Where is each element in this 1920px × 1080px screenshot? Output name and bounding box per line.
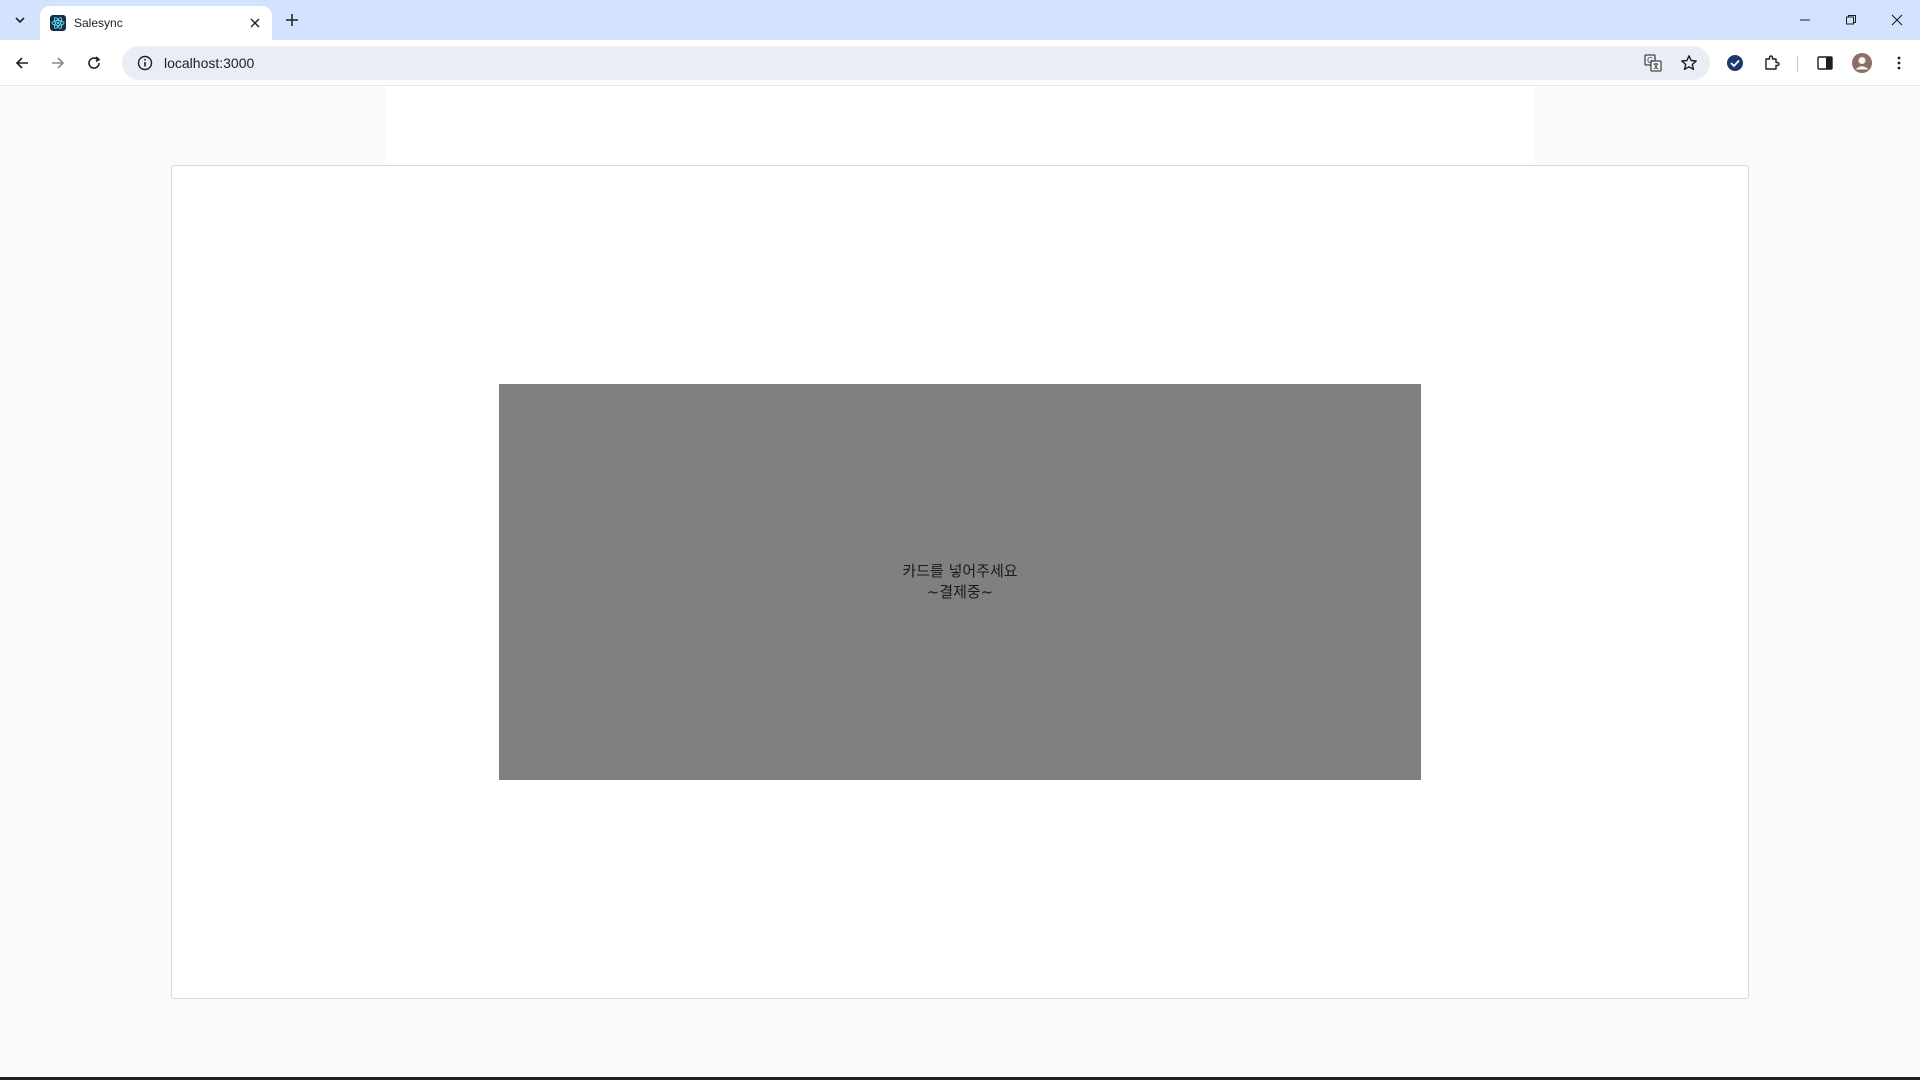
- reload-icon: [88, 56, 101, 69]
- plus-icon: [286, 14, 298, 26]
- address-bar[interactable]: localhost:3000 G: [122, 46, 1710, 80]
- kiosk-frame: 카드를 넣어주세요 ~결제중~: [171, 165, 1749, 999]
- restore-icon: [1846, 15, 1856, 25]
- restore-button[interactable]: [1828, 0, 1874, 40]
- new-tab-button[interactable]: [280, 8, 304, 32]
- tab-title: Salesync: [74, 16, 123, 30]
- tab-search-button[interactable]: [8, 8, 32, 32]
- translate-button[interactable]: G: [1638, 48, 1668, 78]
- page-header-area: [385, 87, 1535, 165]
- payment-overlay: 카드를 넣어주세요 ~결제중~: [499, 384, 1421, 780]
- extension-check-button[interactable]: [1720, 48, 1750, 78]
- close-icon: [1891, 14, 1903, 26]
- minimize-button[interactable]: [1782, 0, 1828, 40]
- window-close-button[interactable]: [1874, 0, 1920, 40]
- react-logo-icon: [50, 15, 66, 31]
- side-panel-icon: [1817, 56, 1833, 70]
- chevron-down-icon: [15, 17, 25, 24]
- bookmark-button[interactable]: [1674, 48, 1704, 78]
- more-vertical-icon: [1897, 56, 1901, 70]
- url-text[interactable]: localhost:3000: [164, 55, 1638, 71]
- reload-button[interactable]: [78, 47, 110, 79]
- arrow-right-icon: [52, 57, 65, 69]
- tab-strip: Salesync: [0, 0, 1920, 40]
- arrow-left-icon: [15, 57, 28, 69]
- processing-message: ~결제중~: [926, 583, 994, 601]
- browser-toolbar: localhost:3000 G: [0, 40, 1920, 86]
- profile-button[interactable]: [1847, 48, 1877, 78]
- page-content: 카드를 넣어주세요 ~결제중~: [0, 87, 1920, 1078]
- menu-button[interactable]: [1884, 48, 1914, 78]
- toolbar-separator: [1797, 56, 1798, 72]
- forward-button[interactable]: [42, 47, 74, 79]
- minimize-icon: [1800, 19, 1810, 21]
- puzzle-icon: [1765, 55, 1780, 70]
- back-button[interactable]: [6, 47, 38, 79]
- translate-icon: G: [1644, 54, 1662, 72]
- close-icon: [250, 18, 260, 28]
- avatar-icon: [1852, 53, 1872, 73]
- extensions-button[interactable]: [1757, 48, 1787, 78]
- tab-close-button[interactable]: [246, 14, 264, 32]
- check-circle-icon: [1727, 55, 1743, 71]
- site-info-icon[interactable]: [136, 54, 154, 72]
- insert-card-message: 카드를 넣어주세요: [902, 562, 1018, 580]
- browser-tab[interactable]: Salesync: [40, 6, 272, 40]
- star-icon: [1681, 55, 1697, 71]
- side-panel-button[interactable]: [1810, 48, 1840, 78]
